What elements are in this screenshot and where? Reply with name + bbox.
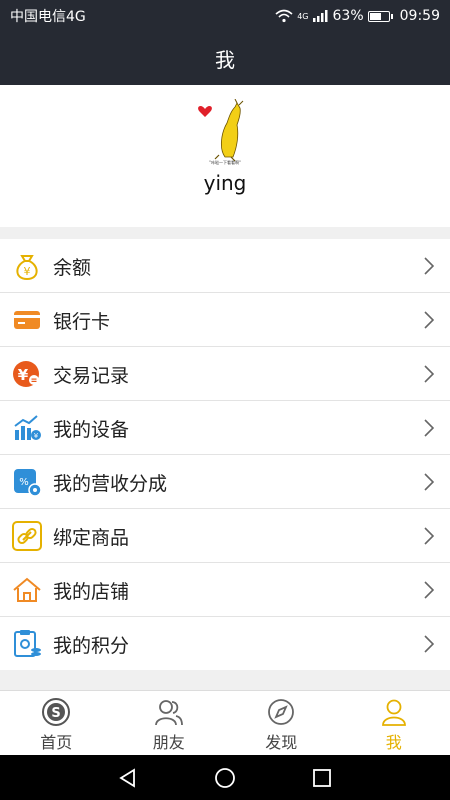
svg-text:¥: ¥ [34,432,39,440]
battery-percent: 63% [332,8,364,24]
tab-home[interactable]: S 首页 [0,691,113,755]
tab-label: 发现 [265,733,298,752]
money-bag-icon: ¥ [16,255,38,281]
svg-text:%: % [19,477,29,488]
menu-item-label: 银行卡 [53,311,111,333]
chevron-right-icon [424,311,434,329]
status-indicators: 4G 63% 09:59 [275,8,440,24]
home-circle-icon[interactable] [214,767,236,789]
menu-item-bank-card[interactable]: 银行卡 [0,293,450,347]
svg-text:S: S [52,706,61,721]
transaction-record-icon: ¥ [13,361,39,387]
carrier-label: 中国电信4G [10,9,86,25]
tab-discover[interactable]: 发现 [225,691,338,755]
chevron-right-icon [424,527,434,545]
menu-item-label: 我的营收分成 [53,473,168,495]
menu-item-points[interactable]: 我的积分 [0,617,450,670]
menu-list: ¥ 余额 银行卡 ¥ 交易记录 ¥ 我的设备 % 我的营收分成 绑定商品 我的店… [0,239,450,670]
battery-icon [367,10,393,22]
recents-square-icon[interactable] [311,767,333,789]
nav-header: 我 [0,32,450,85]
bank-card-icon [14,311,40,329]
friends-icon [154,700,183,726]
menu-item-label: 绑定商品 [53,527,130,549]
menu-item-my-store[interactable]: 我的店铺 [0,563,450,617]
menu-item-bind-products[interactable]: 绑定商品 [0,509,450,563]
menu-item-label: 交易记录 [53,365,130,387]
username: ying [203,171,247,195]
person-icon [381,699,406,726]
menu-item-transactions[interactable]: ¥ 交易记录 [0,347,450,401]
avatar[interactable]: "咔哒一下看看啊" [195,99,255,165]
menu-item-label: 我的店铺 [53,581,130,603]
tab-label: 我 [385,733,402,752]
bottom-tab-bar: S 首页 朋友 发现 我 [0,690,450,755]
system-nav-bar [0,755,450,800]
compass-icon [268,699,295,725]
menu-item-label: 我的积分 [53,635,130,657]
revenue-share-icon: % [14,469,42,497]
chevron-right-icon [424,635,434,653]
house-icon [13,577,41,602]
status-bar: 中国电信4G 4G 63% 09:59 [0,0,450,32]
points-icon [14,630,41,657]
chevron-right-icon [424,581,434,599]
back-triangle-icon[interactable] [117,767,139,789]
menu-item-devices[interactable]: ¥ 我的设备 [0,401,450,455]
link-icon [12,521,42,551]
chevron-right-icon [424,365,434,383]
clock: 09:59 [399,8,440,24]
svg-text:¥: ¥ [18,366,29,384]
profile-section[interactable]: "咔哒一下看看啊" ying [0,85,450,227]
wifi-icon [275,9,293,23]
svg-text:¥: ¥ [24,265,31,278]
network-type: 4G [297,12,309,21]
signal-icon [312,10,328,22]
tab-friends[interactable]: 朋友 [113,691,226,755]
battery-level [369,12,381,20]
menu-item-revenue-share[interactable]: % 我的营收分成 [0,455,450,509]
tab-label: 朋友 [152,733,185,752]
device-chart-icon: ¥ [14,415,41,440]
menu-item-label: 我的设备 [53,419,130,441]
chevron-right-icon [424,419,434,437]
home-coin-icon: S [42,698,71,726]
menu-item-label: 余额 [53,257,92,279]
avatar-caption: "咔哒一下看看啊" [209,159,241,165]
menu-item-balance[interactable]: ¥ 余额 [0,239,450,293]
chevron-right-icon [424,257,434,275]
tab-label: 首页 [40,733,73,752]
tab-me[interactable]: 我 [338,691,450,755]
page-title: 我 [215,48,235,72]
chevron-right-icon [424,473,434,491]
